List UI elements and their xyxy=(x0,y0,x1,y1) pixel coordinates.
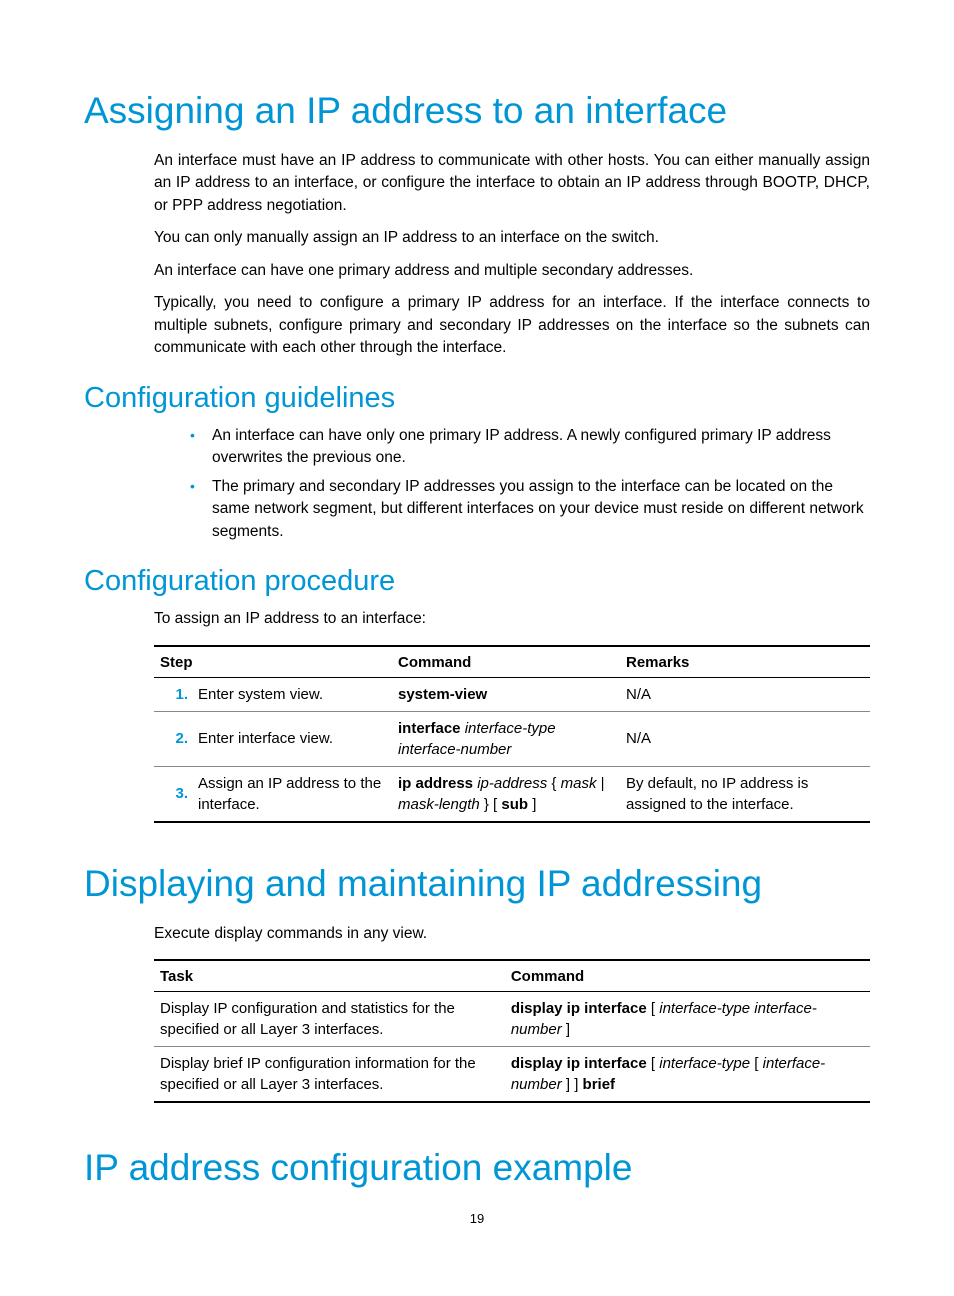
para: Typically, you need to configure a prima… xyxy=(154,292,870,359)
command-cell: display ip interface [ interface-type [ … xyxy=(505,1047,870,1103)
remarks-cell: N/A xyxy=(620,711,870,766)
step-text: Enter system view. xyxy=(192,677,392,711)
th-command: Command xyxy=(392,646,620,678)
step-text: Assign an IP address to the interface. xyxy=(192,766,392,822)
command-cell: interface interface-type interface-numbe… xyxy=(392,711,620,766)
table-row: Display brief IP configuration informati… xyxy=(154,1047,870,1103)
remarks-cell: N/A xyxy=(620,677,870,711)
table-row: 3. Assign an IP address to the interface… xyxy=(154,766,870,822)
guidelines-body: An interface can have only one primary I… xyxy=(154,425,870,543)
th-step: Step xyxy=(154,646,392,678)
list-item: An interface can have only one primary I… xyxy=(184,425,870,470)
page-number: 19 xyxy=(0,1211,954,1226)
step-number: 3. xyxy=(154,766,192,822)
para: An interface can have one primary addres… xyxy=(154,260,870,282)
displaying-intro: Execute display commands in any view. xyxy=(154,923,870,945)
command-cell: system-view xyxy=(392,677,620,711)
intro-prefix: Execute xyxy=(154,925,214,942)
display-table: Task Command Display IP configuration an… xyxy=(154,959,870,1103)
heading-example: IP address configuration example xyxy=(84,1147,870,1189)
task-cell: Display brief IP configuration informati… xyxy=(154,1047,505,1103)
step-number: 1. xyxy=(154,677,192,711)
heading-config-procedure: Configuration procedure xyxy=(84,565,870,598)
heading-config-guidelines: Configuration guidelines xyxy=(84,382,870,415)
procedure-table: Step Command Remarks 1. Enter system vie… xyxy=(154,645,870,823)
step-text: Enter interface view. xyxy=(192,711,392,766)
heading-assigning-ip: Assigning an IP address to an interface xyxy=(84,90,870,132)
table-row: Display IP configuration and statistics … xyxy=(154,992,870,1047)
list-item: The primary and secondary IP addresses y… xyxy=(184,476,870,543)
th-command: Command xyxy=(505,960,870,992)
page: Assigning an IP address to an interface … xyxy=(0,0,954,1296)
th-remarks: Remarks xyxy=(620,646,870,678)
step-number: 2. xyxy=(154,711,192,766)
para: An interface must have an IP address to … xyxy=(154,150,870,217)
table-header-row: Step Command Remarks xyxy=(154,646,870,678)
table-row: 1. Enter system view. system-view N/A xyxy=(154,677,870,711)
procedure-intro: To assign an IP address to an interface: xyxy=(154,608,870,630)
table-row: 2. Enter interface view. interface inter… xyxy=(154,711,870,766)
section1-body: An interface must have an IP address to … xyxy=(154,150,870,360)
para: You can only manually assign an IP addre… xyxy=(154,227,870,249)
remarks-cell: By default, no IP address is assigned to… xyxy=(620,766,870,822)
task-cell: Display IP configuration and statistics … xyxy=(154,992,505,1047)
heading-displaying: Displaying and maintaining IP addressing xyxy=(84,863,870,905)
th-task: Task xyxy=(154,960,505,992)
intro-bold: display xyxy=(214,925,262,942)
displaying-body: Execute display commands in any view. Ta… xyxy=(154,923,870,1103)
table-header-row: Task Command xyxy=(154,960,870,992)
command-cell: ip address ip-address { mask | mask-leng… xyxy=(392,766,620,822)
command-cell: display ip interface [ interface-type in… xyxy=(505,992,870,1047)
guidelines-list: An interface can have only one primary I… xyxy=(184,425,870,543)
procedure-body: To assign an IP address to an interface:… xyxy=(154,608,870,822)
intro-suffix: commands in any view. xyxy=(263,925,428,942)
